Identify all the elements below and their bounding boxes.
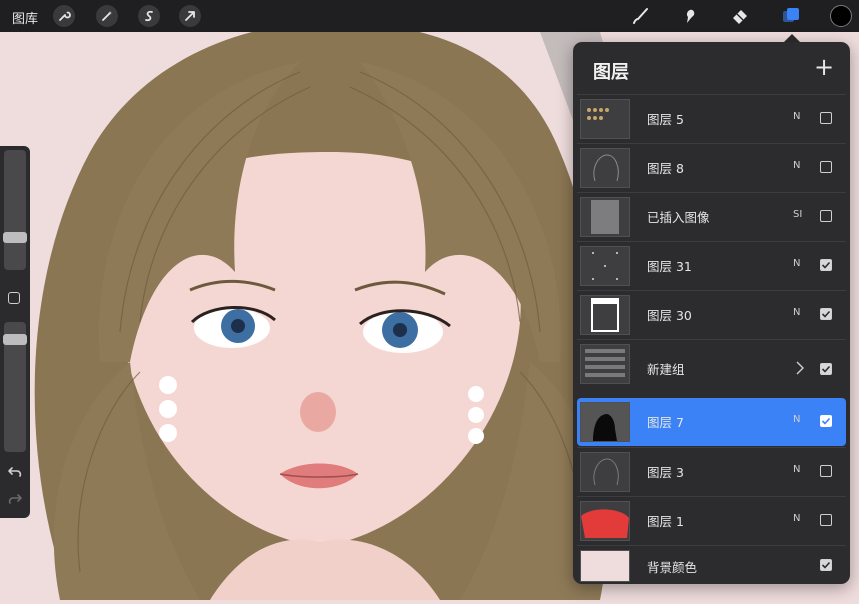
layer-name: 背景颜色: [647, 560, 698, 575]
layer-thumbnail[interactable]: [580, 501, 630, 541]
undo-icon[interactable]: [7, 464, 23, 483]
layer-name: 图层 7: [647, 415, 684, 430]
layer-visibility-checkbox[interactable]: [820, 161, 832, 173]
layer-thumbnail[interactable]: [580, 452, 630, 492]
top-toolbar: 图库: [0, 0, 859, 32]
layer-thumbnail[interactable]: [580, 246, 630, 286]
layer-row[interactable]: 图层 30 N: [577, 290, 846, 338]
smudge-icon[interactable]: [678, 4, 702, 28]
gallery-button[interactable]: 图库: [12, 8, 38, 27]
panel-title: 图层: [593, 62, 629, 83]
modify-button[interactable]: [8, 292, 20, 304]
layer-name: 图层 8: [647, 161, 684, 176]
layer-row[interactable]: 已插入图像 SI: [577, 192, 846, 240]
left-sidebar: [0, 146, 30, 518]
brush-size-slider[interactable]: [4, 150, 26, 270]
layer-name: 已插入图像: [647, 210, 710, 225]
blend-mode-button[interactable]: N: [793, 464, 800, 475]
layer-row[interactable]: 图层 5 N: [577, 94, 846, 142]
layer-row[interactable]: 图层 7 N: [577, 398, 846, 446]
layer-thumbnail[interactable]: [580, 148, 630, 188]
layer-row[interactable]: 背景颜色: [577, 545, 846, 585]
layer-name: 图层 3: [647, 465, 684, 480]
layer-thumbnail[interactable]: [580, 99, 630, 139]
layer-row[interactable]: 图层 31 N: [577, 241, 846, 289]
blend-mode-button[interactable]: N: [793, 111, 800, 122]
layer-visibility-checkbox[interactable]: [820, 210, 832, 222]
brush-icon[interactable]: [628, 4, 652, 28]
brush-size-knob[interactable]: [3, 231, 27, 243]
layer-name: 新建组: [647, 362, 685, 377]
add-layer-button[interactable]: +: [811, 54, 837, 80]
plus-icon: +: [813, 53, 835, 81]
blend-mode-button[interactable]: N: [793, 160, 800, 171]
blend-mode-button[interactable]: N: [793, 513, 800, 524]
layer-row[interactable]: 图层 1 N: [577, 496, 846, 544]
selection-icon[interactable]: [138, 5, 160, 27]
layers-icon[interactable]: [779, 4, 803, 28]
layer-visibility-checkbox[interactable]: [820, 308, 832, 320]
blend-mode-button[interactable]: N: [793, 307, 800, 318]
color-picker-button[interactable]: [830, 5, 852, 27]
layer-row[interactable]: 图层 3 N: [577, 447, 846, 495]
layer-visibility-checkbox[interactable]: [820, 112, 832, 124]
layer-visibility-checkbox[interactable]: [820, 559, 832, 571]
blend-mode-button[interactable]: N: [793, 414, 800, 425]
layer-thumbnail[interactable]: [580, 550, 630, 582]
wrench-icon[interactable]: [53, 5, 75, 27]
layer-visibility-checkbox[interactable]: [820, 259, 832, 271]
layer-thumbnail[interactable]: [580, 295, 630, 335]
transform-arrow-icon[interactable]: [179, 5, 201, 27]
layer-thumbnail[interactable]: [580, 402, 630, 442]
layer-thumbnail[interactable]: [580, 197, 630, 237]
layer-row[interactable]: 图层 8 N: [577, 143, 846, 191]
layer-row[interactable]: 新建组: [577, 339, 846, 397]
layer-name: 图层 5: [647, 112, 684, 127]
layer-name: 图层 1: [647, 514, 684, 529]
eraser-icon[interactable]: [728, 4, 752, 28]
layer-name: 图层 31: [647, 259, 692, 274]
layer-visibility-checkbox[interactable]: [820, 514, 832, 526]
layer-name: 图层 30: [647, 308, 692, 323]
blend-mode-button[interactable]: N: [793, 258, 800, 269]
layer-visibility-checkbox[interactable]: [820, 465, 832, 477]
layer-visibility-checkbox[interactable]: [820, 363, 832, 375]
magic-wand-icon[interactable]: [96, 5, 118, 27]
layers-panel: 图层 + 图层 5 N 图层 8 N 已插入图像 SI 图层 31 N 图层 30 N 新建组 图层 …: [573, 42, 850, 584]
redo-icon[interactable]: [7, 491, 23, 510]
chevron-right-icon[interactable]: [795, 360, 805, 380]
blend-mode-button[interactable]: SI: [793, 209, 802, 220]
opacity-knob[interactable]: [3, 333, 27, 345]
layer-visibility-checkbox[interactable]: [820, 415, 832, 427]
layer-thumbnail[interactable]: [580, 344, 630, 384]
